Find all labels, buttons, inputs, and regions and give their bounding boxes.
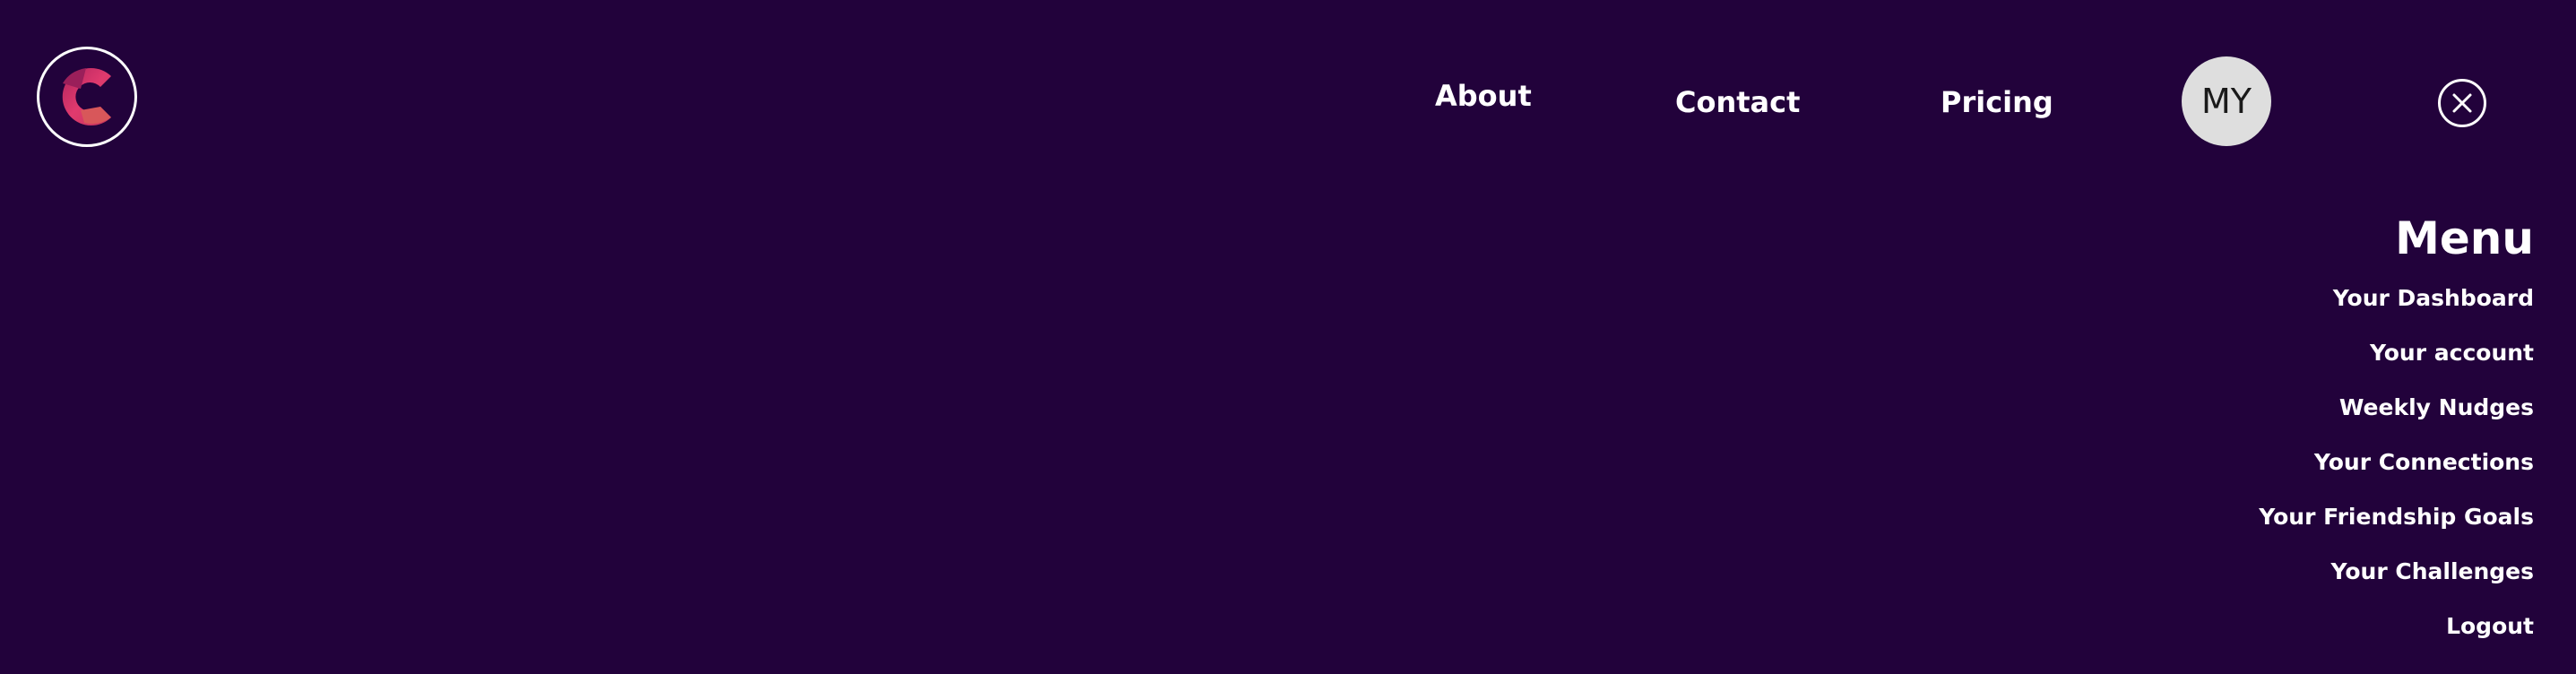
nav-contact-link[interactable]: Contact (1675, 85, 1800, 119)
menu-item-account[interactable]: Your account (2259, 325, 2534, 380)
menu-item-dashboard[interactable]: Your Dashboard (2259, 271, 2534, 325)
user-avatar[interactable]: MY (2182, 56, 2271, 146)
close-icon (2452, 93, 2472, 113)
menu-item-challenges[interactable]: Your Challenges (2259, 544, 2534, 599)
menu-item-friendship-goals[interactable]: Your Friendship Goals (2259, 489, 2534, 544)
avatar-initials: MY (2201, 82, 2252, 121)
menu-list: Your Dashboard Your account Weekly Nudge… (2259, 271, 2534, 653)
menu-item-weekly-nudges[interactable]: Weekly Nudges (2259, 380, 2534, 435)
menu-item-connections[interactable]: Your Connections (2259, 435, 2534, 489)
nav-about-link[interactable]: About (1435, 79, 1532, 113)
nav-pricing-link[interactable]: Pricing (1941, 85, 2053, 119)
menu-item-logout[interactable]: Logout (2259, 599, 2534, 653)
side-menu: Menu Your Dashboard Your account Weekly … (2259, 208, 2534, 653)
close-menu-button[interactable] (2438, 79, 2486, 127)
menu-title: Menu (2395, 212, 2534, 264)
logo[interactable] (37, 47, 137, 147)
c-logo-icon (62, 68, 111, 125)
